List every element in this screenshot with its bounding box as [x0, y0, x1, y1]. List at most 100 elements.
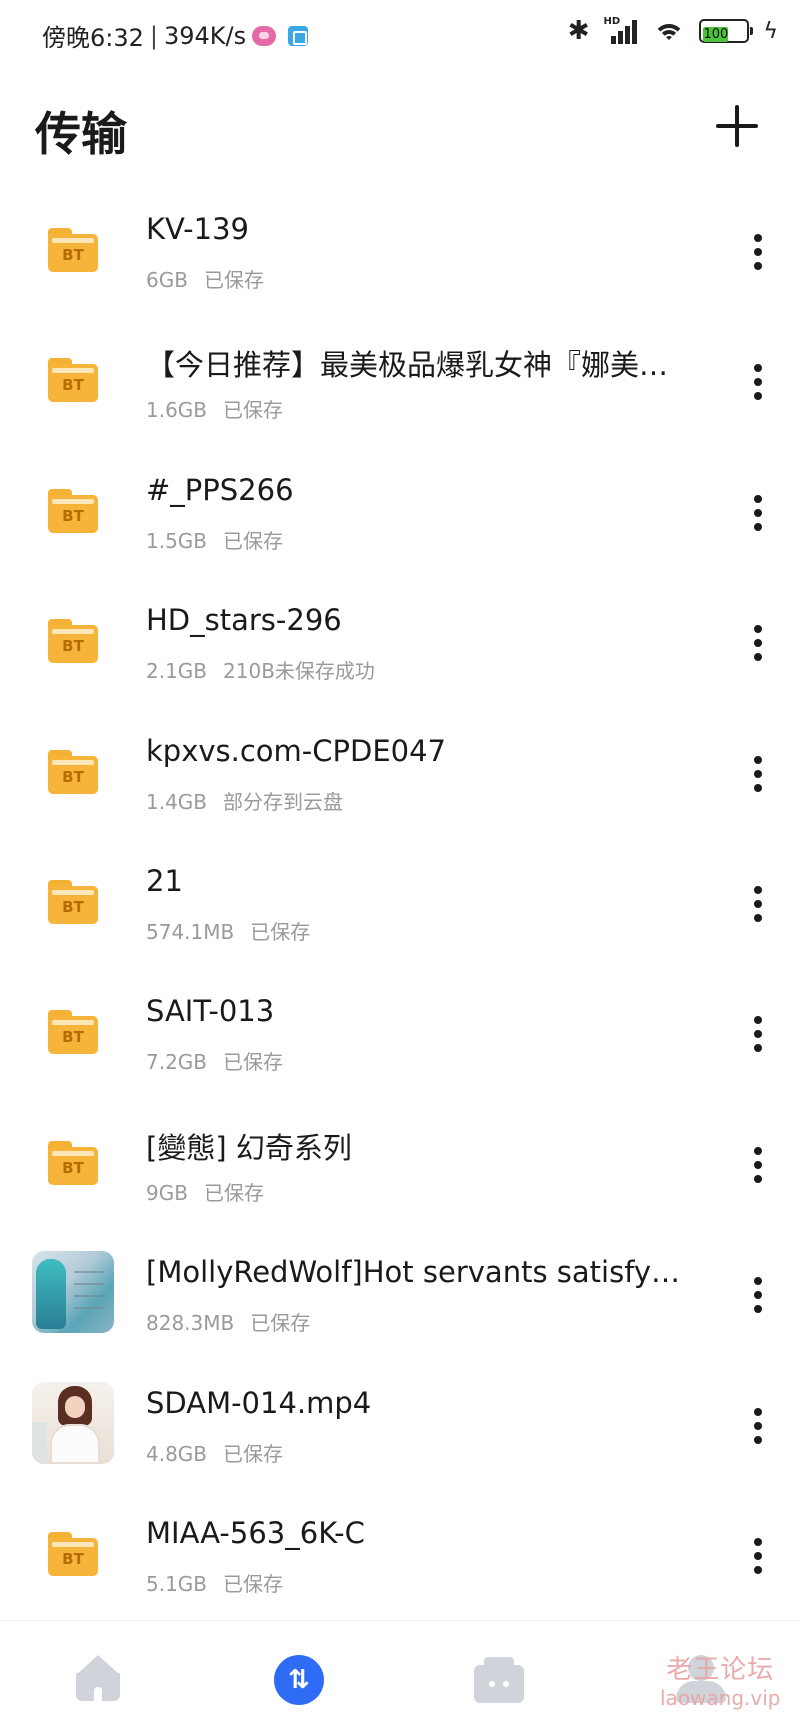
item-name: [變態] 幻奇系列	[146, 1130, 352, 1165]
item-size: 7.2GB	[146, 1050, 208, 1075]
item-name: SAIT-013	[146, 994, 275, 1029]
status-separator: |	[149, 21, 158, 50]
item-status: 已保存	[250, 1311, 311, 1336]
item-status: 已保存	[223, 1050, 284, 1075]
list-item[interactable]: BT 21 574.1MB 已保存	[0, 842, 800, 972]
bluetooth-icon: ✱	[567, 16, 590, 46]
share-icon[interactable]	[474, 1655, 526, 1707]
folder-badge: BT	[62, 767, 84, 786]
item-status: 已保存	[203, 1180, 264, 1205]
item-name: 21	[146, 863, 183, 898]
list-item[interactable]: BT [變態] 幻奇系列 9GB 已保存	[0, 1103, 800, 1233]
item-name: SDAM-014.mp4	[146, 1385, 372, 1420]
item-meta: 7.2GB 已保存	[146, 1046, 283, 1075]
more-options-icon[interactable]	[744, 493, 772, 533]
image-thumbnail	[32, 1251, 114, 1334]
home-icon[interactable]	[74, 1655, 126, 1707]
item-meta: 1.5GB 已保存	[146, 525, 283, 554]
item-name: KV-139	[146, 212, 249, 246]
item-size: 2.1GB	[146, 659, 208, 684]
item-size: 1.5GB	[146, 528, 208, 553]
notification-app-icon-2	[288, 25, 309, 46]
video-thumbnail	[32, 1381, 114, 1464]
more-options-icon[interactable]	[744, 1014, 772, 1054]
battery-level: 100	[703, 27, 729, 42]
list-item[interactable]: BT 【今日推荐】最美极品爆乳女神『娜美… 1.6GB 已保存	[0, 320, 800, 450]
item-status: 已保存	[223, 528, 284, 553]
item-name: kpxvs.com-CPDE047	[146, 733, 446, 768]
item-size: 1.4GB	[146, 789, 208, 814]
folder-badge: BT	[62, 506, 84, 525]
more-options-icon[interactable]	[744, 1536, 772, 1576]
more-options-icon[interactable]	[744, 884, 772, 924]
folder-badge: BT	[62, 1549, 84, 1568]
transfer-list: BT KV-139 6GB 已保存 BT 【今日推荐】最美极品爆乳女神『娜美… 1.6GB 已…	[0, 190, 800, 1624]
folder-badge: BT	[62, 897, 84, 916]
add-button[interactable]	[712, 102, 762, 152]
folder-badge: BT	[62, 246, 84, 264]
more-options-icon[interactable]	[744, 232, 772, 272]
battery-icon: 100	[699, 19, 754, 43]
bt-folder-icon: BT	[48, 488, 98, 533]
list-item[interactable]: BT HD_stars-296 2.1GB 210B未保存成功	[0, 581, 800, 711]
item-status: 已保存	[223, 398, 284, 423]
bottom-nav: ⇅ 老王论坛 laowang.vip	[0, 1620, 800, 1733]
folder-badge: BT	[62, 1158, 84, 1177]
list-item[interactable]: [MollyRedWolf]Hot servants satisfy… 828.3…	[0, 1233, 800, 1363]
item-meta: 1.4GB 部分存到云盘	[146, 786, 343, 815]
item-size: 5.1GB	[146, 1571, 208, 1596]
item-size: 574.1MB	[146, 919, 235, 944]
item-status: 210B未保存成功	[223, 659, 375, 684]
bt-folder-icon: BT	[48, 1140, 98, 1185]
clock: 傍晚6:32	[42, 24, 144, 52]
network-speed: 394K/s	[164, 21, 247, 50]
item-status: 已保存	[250, 919, 311, 944]
bt-folder-icon: BT	[48, 879, 98, 924]
more-options-icon[interactable]	[744, 754, 772, 794]
list-item[interactable]: BT MIAA-563_6K-C 5.1GB 已保存	[0, 1494, 800, 1624]
more-options-icon[interactable]	[744, 623, 772, 663]
item-meta: 828.3MB 已保存	[146, 1307, 310, 1336]
header: 传输	[0, 72, 800, 188]
list-item[interactable]: BT kpxvs.com-CPDE047 1.4GB 部分存到云盘	[0, 712, 800, 842]
item-status: 已保存	[203, 268, 264, 292]
item-status: 已保存	[223, 1441, 284, 1466]
bt-folder-icon: BT	[48, 1010, 98, 1055]
wifi-icon	[653, 18, 686, 44]
watermark: 老王论坛 laowang.vip	[660, 1649, 780, 1710]
more-options-icon[interactable]	[744, 1275, 772, 1315]
list-item[interactable]: BT #_PPS266 1.5GB 已保存	[0, 451, 800, 581]
page-title: 传输	[35, 107, 127, 161]
bt-folder-icon: BT	[48, 228, 98, 272]
watermark-cn: 老王论坛	[666, 1655, 775, 1685]
item-size: 1.6GB	[146, 398, 208, 423]
item-meta: 1.6GB 已保存	[146, 394, 283, 423]
transfer-icon[interactable]: ⇅	[274, 1655, 324, 1705]
notification-app-icon	[252, 25, 277, 46]
item-status: 部分存到云盘	[223, 789, 344, 814]
charging-icon: ϟ	[763, 18, 778, 44]
status-bar: 傍晚6:32 | 394K/s ✱ HD 100 ϟ	[0, 0, 800, 72]
cell-signal-icon: HD	[603, 16, 639, 44]
item-meta: 5.1GB 已保存	[146, 1568, 283, 1597]
item-size: 9GB	[146, 1180, 188, 1205]
list-item[interactable]: SDAM-014.mp4 4.8GB 已保存	[0, 1364, 800, 1494]
item-name: HD_stars-296	[146, 603, 342, 638]
more-options-icon[interactable]	[744, 1406, 772, 1446]
item-name: [MollyRedWolf]Hot servants satisfy…	[146, 1255, 681, 1290]
item-meta: 2.1GB 210B未保存成功	[146, 655, 375, 684]
item-size: 4.8GB	[146, 1441, 208, 1466]
more-options-icon[interactable]	[744, 1145, 772, 1185]
bt-folder-icon: BT	[48, 358, 98, 403]
item-name: MIAA-563_6K-C	[146, 1515, 365, 1550]
more-options-icon[interactable]	[744, 362, 772, 402]
item-meta: 4.8GB 已保存	[146, 1438, 283, 1467]
item-name: 【今日推荐】最美极品爆乳女神『娜美…	[146, 348, 669, 383]
item-meta: 9GB 已保存	[146, 1177, 264, 1206]
item-size: 828.3MB	[146, 1311, 235, 1336]
folder-badge: BT	[62, 1028, 84, 1047]
status-left: 傍晚6:32 | 394K/s	[42, 18, 309, 53]
item-size: 6GB	[146, 268, 188, 292]
list-item[interactable]: BT SAIT-013 7.2GB 已保存	[0, 972, 800, 1102]
list-item[interactable]: BT KV-139 6GB 已保存	[0, 190, 800, 320]
